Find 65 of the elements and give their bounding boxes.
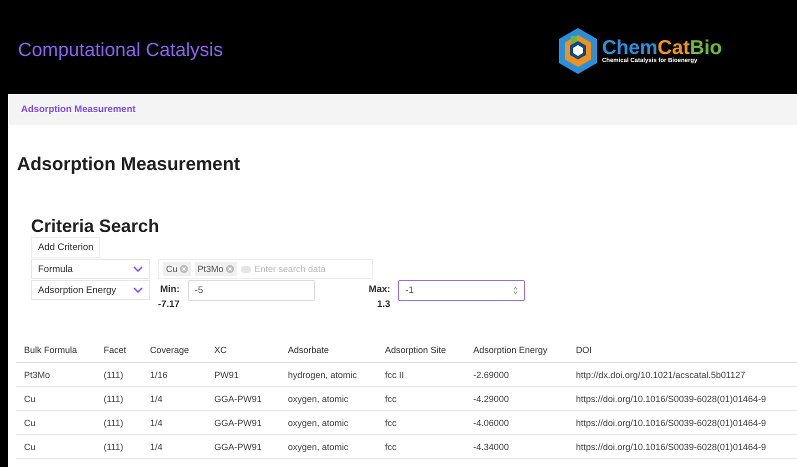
table-cell: 1/16 [142, 362, 206, 386]
search-placeholder: Enter search data [254, 264, 326, 274]
table-cell: -2.69000 [465, 362, 568, 386]
table-cell: (111) [96, 434, 142, 458]
column-header: Bulk Formula [16, 338, 96, 362]
table-cell: Cu [16, 410, 96, 434]
table-cell: Cu [16, 434, 96, 458]
table-cell: -4.29000 [465, 386, 568, 410]
table-cell: fcc [376, 434, 466, 458]
table-cell: Cu [16, 386, 96, 410]
tag-label: Pt3Mo [198, 264, 224, 274]
min-label: Min: [160, 284, 180, 295]
table-cell: oxygen, atomic [280, 434, 377, 458]
table-cell: http://dx.doi.org/10.1021/acscatal.5b01127 [568, 362, 797, 386]
table-cell: -4.34000 [465, 434, 568, 458]
tag-label: Cu [166, 264, 178, 274]
remove-icon[interactable] [180, 265, 188, 273]
add-criterion-button[interactable]: Add Criterion [31, 237, 100, 258]
table-cell: fcc II [376, 362, 466, 386]
table-cell: (111) [96, 362, 142, 386]
column-header: Coverage [142, 338, 206, 362]
table-cell: oxygen, atomic [280, 386, 377, 410]
table-cell: fcc [376, 386, 466, 410]
column-header: XC [206, 338, 280, 362]
chevron-down-icon [133, 266, 143, 272]
table-cell: 1/4 [142, 386, 206, 410]
table-cell: fcc [376, 410, 466, 434]
table-cell: Pt3Mo [16, 362, 96, 386]
spinner-icon [513, 286, 518, 295]
chevron-down-icon [133, 287, 143, 293]
logo-name: ChemCatBio [602, 38, 722, 58]
column-header: DOI [568, 338, 797, 362]
field-select[interactable]: Adsorption Energy [31, 280, 150, 300]
table-cell: GGA-PW91 [206, 410, 280, 434]
page-title: Adsorption Measurement [17, 153, 242, 175]
table-cell: (111) [96, 386, 142, 410]
table-cell: https://doi.org/10.1016/S0039-6028(01)01464-9 [568, 434, 797, 458]
min-bound: -7.17 [158, 299, 180, 310]
column-header: Adsorption Site [376, 338, 466, 362]
number-input[interactable]: -5 [188, 280, 315, 301]
breadcrumb-link[interactable]: Adsorption Measurement [21, 104, 136, 115]
table-cell: 1/4 [142, 434, 206, 458]
app-title: Computational Catalysis [18, 40, 223, 62]
table-cell: PW91 [206, 362, 280, 386]
remove-icon[interactable] [226, 265, 234, 273]
table-cell: -4.06000 [465, 410, 568, 434]
column-header: Adsorption Energy [465, 338, 568, 362]
table-cell: https://doi.org/10.1016/S0039-6028(01)01464-9 [568, 410, 797, 434]
tag-search-field[interactable]: Cu Pt3Mo Enter search data [158, 259, 373, 279]
column-header: Facet [96, 338, 142, 362]
table-cell: https://doi.org/10.1016/S0039-6028(01)01464-9 [568, 386, 797, 410]
column-header: Adsorbate [280, 338, 377, 362]
table-cell: (111) [96, 410, 142, 434]
max-label: Max: [368, 284, 390, 295]
select-value: Formula [38, 264, 73, 274]
section-title: Criteria Search [31, 216, 160, 237]
max-bound: 1.3 [377, 299, 390, 310]
number-input[interactable]: -1 [398, 280, 526, 301]
table-cell: GGA-PW91 [206, 434, 280, 458]
field-select[interactable]: Formula [31, 259, 150, 279]
table-cell: oxygen, atomic [280, 410, 377, 434]
table-cell: GGA-PW91 [206, 386, 280, 410]
select-value: Adsorption Energy [38, 284, 116, 296]
table-cell: hydrogen, atomic [280, 362, 377, 386]
table-cell: 1/4 [142, 410, 206, 434]
